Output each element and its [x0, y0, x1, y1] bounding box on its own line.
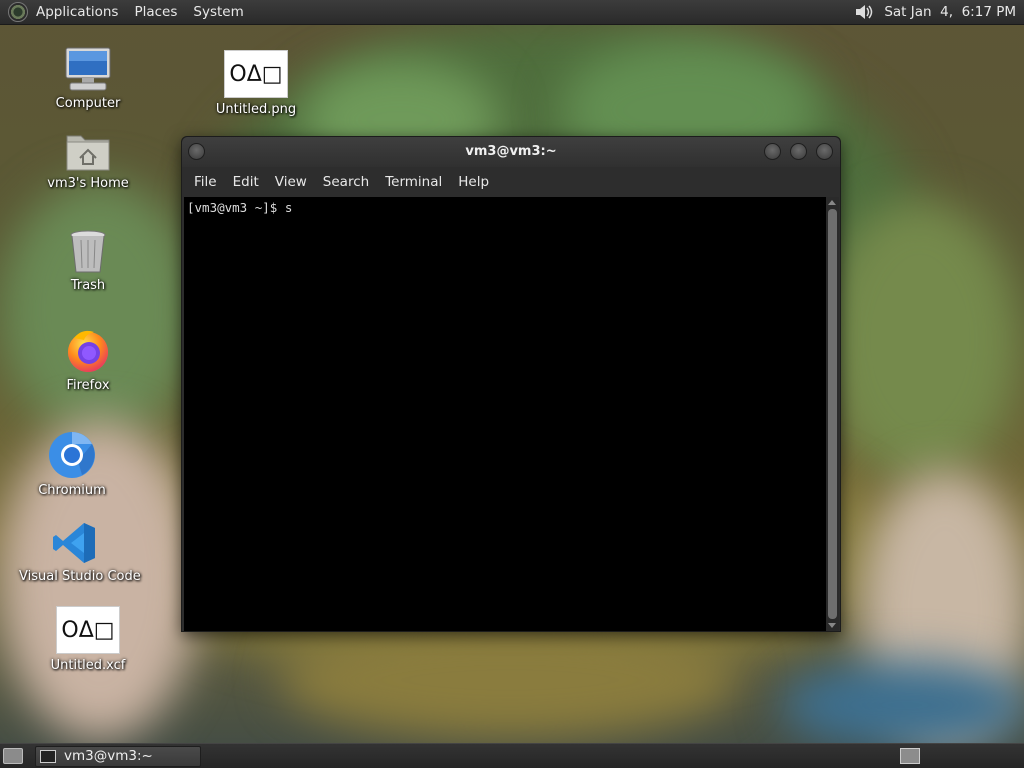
menu-file[interactable]: File	[186, 174, 225, 190]
desktop-icon-label: Chromium	[38, 483, 106, 498]
menu-help[interactable]: Help	[450, 174, 497, 190]
terminal-icon	[40, 749, 56, 763]
desktop-icon-untitled-xcf[interactable]: OΔ□ Untitled.xcf	[33, 606, 143, 674]
desktop-icon-untitled-png[interactable]: OΔ□ Untitled.png	[201, 50, 311, 118]
close-button[interactable]	[816, 143, 833, 160]
bottom-panel: vm3@vm3:~	[0, 743, 1024, 768]
desktop-icon-label: Computer	[55, 96, 121, 111]
firefox-icon	[64, 326, 112, 374]
gnome-foot-icon[interactable]	[8, 2, 28, 22]
volume-icon[interactable]	[854, 2, 876, 22]
window-titlebar[interactable]: vm3@vm3:~	[182, 137, 840, 167]
desktop-icon-label: Untitled.png	[215, 102, 297, 117]
desktop-icon-home[interactable]: vm3's Home	[33, 128, 143, 192]
desktop-icon-label: Untitled.xcf	[50, 658, 126, 673]
home-folder-icon	[65, 128, 111, 172]
scrollbar-thumb[interactable]	[828, 209, 837, 619]
computer-icon	[64, 46, 112, 92]
panel-menu-bar: Applications Places System	[28, 0, 252, 25]
trash-icon	[68, 228, 108, 274]
desktop-icon-firefox[interactable]: Firefox	[33, 326, 143, 394]
clock[interactable]: Sat Jan 4, 6:17 PM	[884, 4, 1016, 20]
image-file-icon: OΔ□	[56, 606, 120, 654]
menu-edit[interactable]: Edit	[225, 174, 267, 190]
desktop-icon-chromium[interactable]: Chromium	[17, 431, 127, 499]
desktop-icon-label: vm3's Home	[47, 176, 129, 191]
minimize-button[interactable]	[764, 143, 781, 160]
desktop-icon-label: Firefox	[66, 378, 110, 393]
show-desktop-icon[interactable]	[3, 748, 23, 764]
image-file-icon: OΔ□	[224, 50, 288, 98]
menu-terminal[interactable]: Terminal	[377, 174, 450, 190]
scroll-up-icon[interactable]	[828, 200, 836, 205]
terminal-output[interactable]: [vm3@vm3 ~]$ s	[184, 197, 827, 631]
menu-search[interactable]: Search	[315, 174, 377, 190]
maximize-button[interactable]	[790, 143, 807, 160]
desktop-icon-vscode[interactable]: Visual Studio Code	[19, 521, 141, 585]
desktop-icon-trash[interactable]: Trash	[33, 228, 143, 294]
terminal-scrollbar[interactable]	[826, 197, 839, 631]
workspace-switcher[interactable]	[900, 748, 920, 764]
vscode-icon	[51, 521, 97, 565]
desktop-icon-label: Trash	[70, 278, 106, 293]
top-panel: Applications Places System Sat Jan 4, 6:…	[0, 0, 1024, 25]
terminal-prompt-line: [vm3@vm3 ~]$ s	[187, 200, 293, 215]
menu-view[interactable]: View	[267, 174, 315, 190]
taskbar-item-terminal[interactable]: vm3@vm3:~	[35, 745, 201, 767]
applications-menu[interactable]: Applications	[28, 0, 126, 25]
desktop-icon-computer[interactable]: Computer	[33, 46, 143, 112]
chromium-icon	[48, 431, 96, 479]
terminal-menubar: File Edit View Search Terminal Help	[182, 167, 840, 197]
window-title: vm3@vm3:~	[465, 144, 557, 159]
terminal-window[interactable]: vm3@vm3:~ File Edit View Search Terminal…	[181, 136, 841, 632]
places-menu[interactable]: Places	[126, 0, 185, 25]
system-menu[interactable]: System	[185, 0, 251, 25]
taskbar-item-label: vm3@vm3:~	[64, 748, 153, 764]
desktop-icon-label: Visual Studio Code	[19, 569, 141, 584]
scroll-down-icon[interactable]	[828, 623, 836, 628]
